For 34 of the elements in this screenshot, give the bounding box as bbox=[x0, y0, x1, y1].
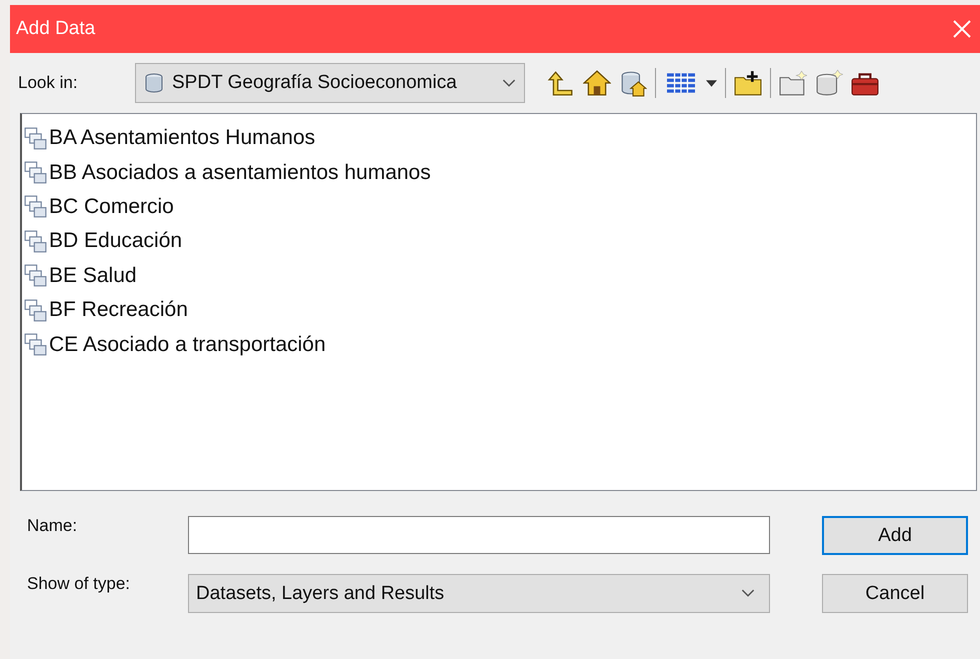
look-in-label: Look in: bbox=[18, 73, 79, 93]
feature-dataset-icon bbox=[24, 195, 47, 218]
name-label: Name: bbox=[27, 516, 78, 536]
dataset-item[interactable]: CE Asociado a transportación bbox=[22, 327, 976, 362]
add-button[interactable]: Add bbox=[822, 516, 968, 555]
chevron-icon bbox=[502, 78, 516, 88]
feature-dataset-icon bbox=[24, 333, 47, 356]
dataset-item[interactable]: BC Comercio bbox=[22, 190, 976, 224]
home-icon[interactable] bbox=[583, 69, 611, 97]
feature-dataset-icon bbox=[24, 126, 47, 150]
new-database-icon[interactable] bbox=[815, 69, 843, 97]
dataset-item[interactable]: BF Recreación bbox=[22, 292, 976, 328]
feature-dataset-icon bbox=[24, 298, 47, 322]
feature-dataset-icon bbox=[24, 161, 47, 184]
feature-dataset-icon bbox=[24, 230, 47, 253]
window-title: Add Data bbox=[16, 18, 96, 40]
dataset-item[interactable]: BE Salud bbox=[22, 258, 976, 293]
database-icon bbox=[144, 72, 164, 94]
name-field[interactable] bbox=[188, 516, 770, 554]
chevron-icon bbox=[741, 589, 755, 598]
close-icon[interactable] bbox=[952, 19, 972, 39]
database-home-icon[interactable] bbox=[619, 69, 647, 97]
caret-icon[interactable] bbox=[706, 80, 717, 86]
dataset-item[interactable]: BA Asentamientos Humanos bbox=[22, 121, 976, 156]
up-arrow-icon[interactable] bbox=[547, 69, 575, 97]
folder-plus-icon[interactable] bbox=[734, 69, 762, 97]
look-in-dropdown[interactable]: SPDT Geografía Socioeconomica bbox=[135, 63, 525, 103]
new-folder-icon[interactable] bbox=[779, 69, 807, 97]
show-of-type-label: Show of type: bbox=[27, 574, 132, 594]
feature-dataset-icon bbox=[24, 264, 47, 288]
dataset-item[interactable]: BD Educación bbox=[22, 224, 976, 259]
dataset-item[interactable]: BB Asociados a asentamientos humanos bbox=[22, 155, 976, 190]
type-dropdown[interactable]: Datasets, Layers and Results bbox=[188, 574, 770, 613]
cancel-button[interactable]: Cancel bbox=[822, 574, 968, 613]
